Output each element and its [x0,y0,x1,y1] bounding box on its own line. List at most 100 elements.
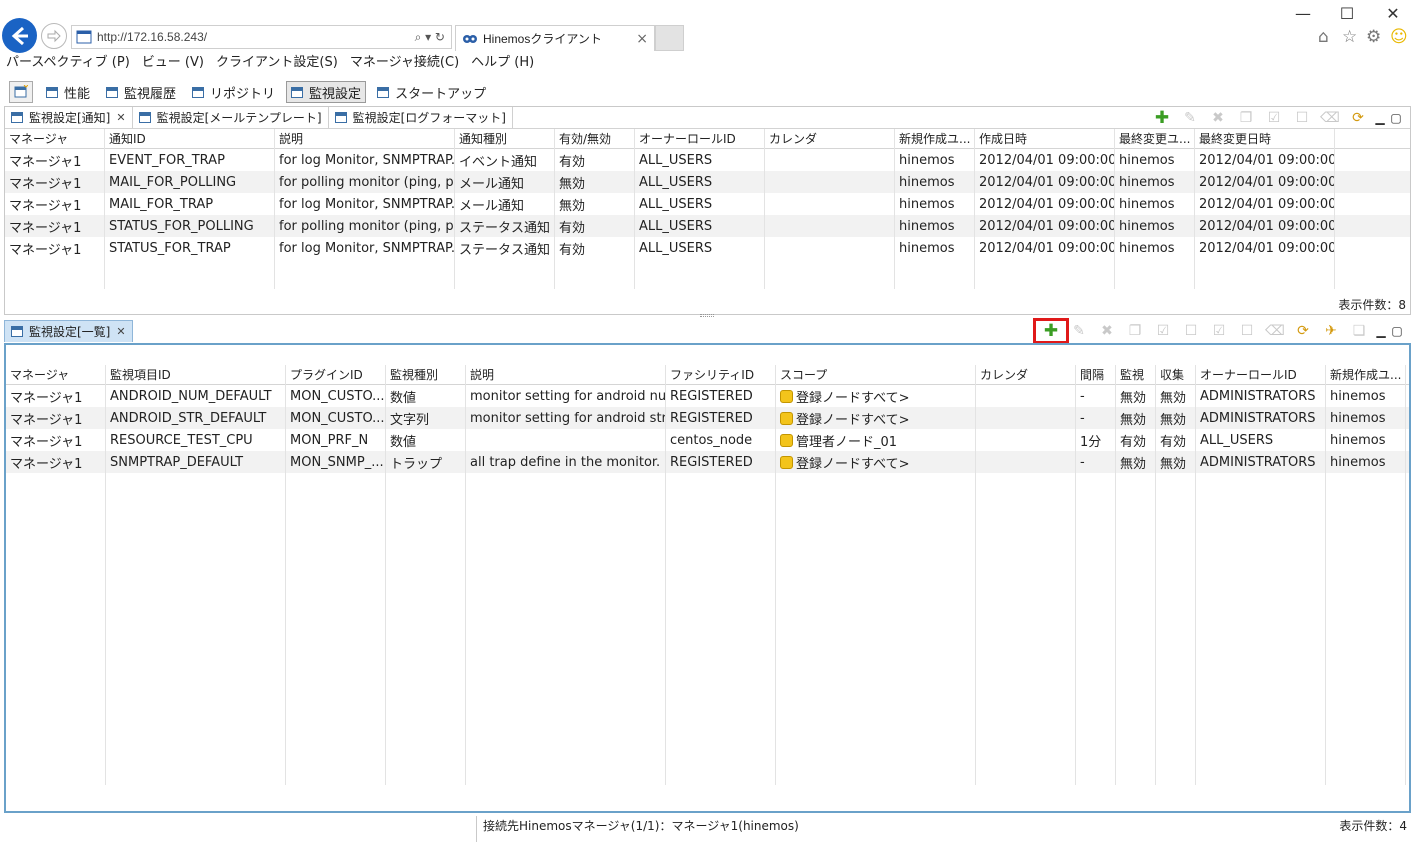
column-header[interactable]: マネージャ [5,129,105,148]
minimize-window-icon[interactable]: — [1288,4,1318,23]
table-cell: - [1076,451,1116,473]
new-tab-button[interactable] [655,25,684,51]
maximize-window-icon[interactable]: ☐ [1332,4,1362,23]
column-header[interactable]: プラグインID [286,365,386,384]
tab-mail-template[interactable]: 監視設定[メールテンプレート] [133,107,329,128]
pane-sash[interactable] [700,314,714,317]
url-text[interactable]: http://172.16.58.243/ [97,30,415,44]
column-header[interactable]: 監視種別 [386,365,466,384]
favorites-star-icon[interactable]: ☆ [1342,27,1357,47]
filter-icon[interactable]: ✈ [1317,322,1345,340]
column-header[interactable]: 新規作成ユ... [1326,365,1406,384]
refresh-icon[interactable]: ⟳ [1289,322,1317,340]
disable-icon[interactable]: ☐ [1288,109,1316,127]
table-row[interactable]: マネージャ1 ANDROID_NUM_DEFAULT MON_CUSTO... 数値 m… [6,385,1409,407]
enable-monitor-icon[interactable]: ☑ [1149,322,1177,340]
column-header[interactable]: カレンダ [976,365,1076,384]
table-row[interactable]: マネージャ1 MAIL_FOR_TRAP for log Monitor, SNMP… [5,193,1410,215]
perspective-monitor-settings[interactable]: 監視設定 [286,81,367,103]
column-divider [634,129,635,289]
table-cell: 管理者ノード_01 [776,429,976,451]
table-row[interactable]: マネージャ1 ANDROID_STR_DEFAULT MON_CUSTO... 文字列… [6,407,1409,429]
table-cell: centos_node [666,429,776,451]
table-row[interactable]: マネージャ1 SNMPTRAP_DEFAULT MON_SNMP_... トラップ al… [6,451,1409,473]
column-header[interactable]: 監視項目ID [106,365,286,384]
clear-icon[interactable]: ⌫ [1316,109,1344,127]
column-header[interactable]: 間隔 [1076,365,1116,384]
column-header[interactable]: カレンダ [765,129,895,148]
table-cell: hinemos [1326,429,1406,451]
column-header[interactable]: オーナーロールID [1196,365,1326,384]
column-header[interactable]: 監視 [1116,365,1156,384]
address-bar[interactable]: http://172.16.58.243/ ⌕ ▾ ↻ [71,25,452,49]
delete-icon[interactable]: ✖ [1093,322,1121,340]
column-header[interactable]: 通知ID [105,129,275,148]
maximize-view-icon[interactable]: ▢ [1388,109,1404,127]
disable-collect-icon[interactable]: ☐ [1233,322,1261,340]
perspective-monitor-history[interactable]: 監視履歴 [101,81,181,103]
settings-gear-icon[interactable]: ⚙ [1366,27,1381,47]
table-row[interactable]: マネージャ1 STATUS_FOR_TRAP for log Monitor, SN… [5,237,1410,259]
tab-log-format[interactable]: 監視設定[ログフォーマット] [329,107,513,128]
disable-monitor-icon[interactable]: ☐ [1177,322,1205,340]
menu-perspective[interactable]: パースペクティブ (P) [0,54,136,74]
perspective-startup[interactable]: スタートアップ [372,81,491,103]
table-cell: 2012/04/01 09:00:00 [1195,193,1335,215]
table-cell: MAIL_FOR_TRAP [105,193,275,215]
table-row[interactable]: マネージャ1 EVENT_FOR_TRAP for log Monitor, SNM… [5,149,1410,171]
menu-view[interactable]: ビュー (V) [136,54,210,74]
add-icon[interactable]: ✚ [1148,108,1176,128]
enable-collect-icon[interactable]: ☑ [1205,322,1233,340]
column-header[interactable]: 有効/無効 [555,129,635,148]
column-header[interactable]: 説明 [275,129,455,148]
column-header[interactable]: オーナーロールID [635,129,765,148]
column-header[interactable]: 最終変更日時 [1195,129,1335,148]
minimize-view-icon[interactable]: ▁ [1373,322,1389,340]
menu-client-settings[interactable]: クライアント設定(S) [210,54,344,74]
column-divider [554,129,555,289]
back-button[interactable] [2,18,37,53]
forward-button[interactable] [41,23,67,49]
table-row[interactable]: マネージャ1 RESOURCE_TEST_CPU MON_PRF_N 数値 centos… [6,429,1409,451]
menu-help[interactable]: ヘルプ (H) [465,54,540,74]
refresh-icon[interactable]: ⟳ [1344,109,1372,127]
close-icon[interactable]: ✕ [116,325,125,338]
delete-icon[interactable]: ✖ [1204,109,1232,127]
tab-notification[interactable]: 監視設定[通知] ✕ [5,107,133,128]
tab-monitor-list[interactable]: 監視設定[一覧] ✕ [4,320,133,342]
open-perspective-button[interactable] [9,81,33,103]
minimize-view-icon[interactable]: ▁ [1372,109,1388,127]
perspective-performance[interactable]: 性能 [41,81,95,103]
copy-icon[interactable]: ❐ [1232,109,1260,127]
column-header[interactable]: 通知種別 [455,129,555,148]
table-cell: ALL_USERS [635,193,765,215]
column-header[interactable]: 新規作成ユ... [895,129,975,148]
column-header[interactable]: 最終変更ユ... [1115,129,1195,148]
column-header[interactable]: マネージャ [6,365,106,384]
table-row[interactable]: マネージャ1 MAIL_FOR_POLLING for polling monito… [5,171,1410,193]
browser-tab[interactable]: Hinemosクライアント × [455,25,655,51]
perspective-repository[interactable]: リポジトリ [187,81,280,103]
table-row[interactable]: マネージャ1 STATUS_FOR_POLLING for polling moni… [5,215,1410,237]
maximize-view-icon[interactable]: ▢ [1389,322,1405,340]
column-header[interactable]: 作成日時 [975,129,1115,148]
column-header[interactable]: スコープ [776,365,976,384]
smiley-feedback-icon[interactable]: ☺ [1390,27,1408,47]
enable-icon[interactable]: ☑ [1260,109,1288,127]
copy-icon[interactable]: ❐ [1121,322,1149,340]
column-header[interactable]: 収集 [1156,365,1196,384]
table-icon [11,326,23,337]
address-controls-icon[interactable]: ⌕ ▾ ↻ [415,30,445,45]
close-icon[interactable]: ✕ [116,111,125,124]
edit-icon[interactable]: ✎ [1176,109,1204,127]
edit-icon[interactable]: ✎ [1065,322,1093,340]
add-monitor-icon[interactable]: ✚ [1033,318,1069,344]
close-tab-icon[interactable]: × [636,31,648,47]
home-icon[interactable]: ⌂ [1318,27,1329,47]
column-header[interactable]: ファシリティID [666,365,776,384]
menu-manager-connection[interactable]: マネージャ接続(C) [344,54,465,74]
close-window-icon[interactable]: ✕ [1378,4,1408,23]
summary-icon[interactable]: ❏ [1345,322,1373,340]
clear-icon[interactable]: ⌫ [1261,322,1289,340]
column-header[interactable]: 説明 [466,365,666,384]
